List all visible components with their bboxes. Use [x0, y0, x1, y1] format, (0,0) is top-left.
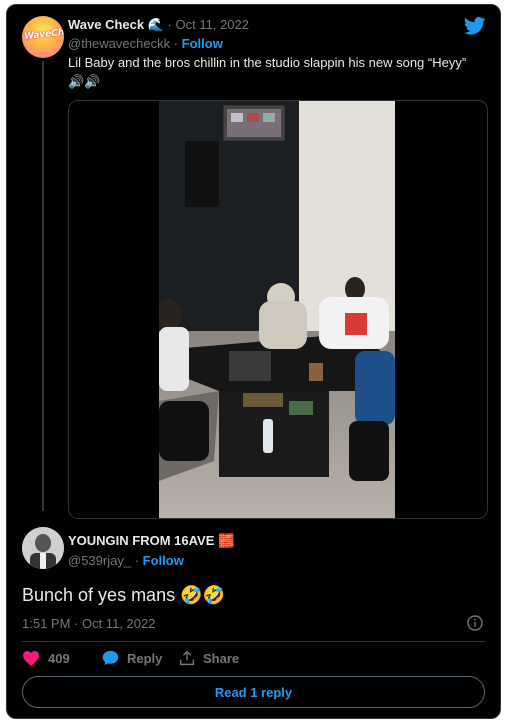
twitter-bird-icon[interactable]: [464, 17, 486, 35]
share-label: Share: [203, 650, 240, 666]
tweet-date[interactable]: Oct 11, 2022: [176, 17, 249, 32]
tweet-text: Lil Baby and the bros chillin in the stu…: [68, 55, 467, 70]
reply-text: Bunch of yes mans: [22, 585, 176, 605]
author-display-name[interactable]: Wave Check: [68, 17, 144, 32]
read-reply-button[interactable]: Read 1 reply: [22, 676, 485, 708]
reply-handle-separator: ·: [134, 553, 140, 568]
author-handle[interactable]: @thewavecheckk: [68, 36, 170, 51]
date-separator: ·: [167, 17, 172, 32]
tweet-author-row: Wave Check 🌊 · Oct 11, 2022: [68, 17, 249, 33]
like-count: 409: [48, 650, 70, 666]
embedded-tweet-card: WaveCheck Wave Check 🌊 · Oct 11, 2022 @t…: [6, 4, 501, 719]
brick-emoji: 🧱: [218, 533, 235, 548]
tweet-handle-row: @thewavecheckk · Follow: [68, 36, 223, 51]
heart-icon: [23, 651, 39, 666]
reply-author-row: YOUNGIN FROM 16AVE 🧱: [68, 533, 234, 549]
divider: [22, 641, 485, 642]
youngin-avatar[interactable]: [22, 527, 64, 569]
thread-connector-line: [42, 61, 44, 511]
video-thumbnail[interactable]: [159, 101, 395, 518]
share-button[interactable]: Share: [179, 650, 239, 666]
share-icon: [179, 650, 195, 666]
reply-button[interactable]: Reply: [102, 650, 162, 666]
reply-timestamp[interactable]: 1:51 PM · Oct 11, 2022: [22, 616, 155, 631]
reply-display-name[interactable]: YOUNGIN FROM 16AVE: [68, 533, 214, 548]
tweet-video[interactable]: [68, 100, 488, 519]
like-button[interactable]: 409: [22, 650, 70, 666]
avatar-photo: [22, 527, 64, 569]
wave-emoji: 🌊: [147, 17, 164, 32]
follow-link[interactable]: Follow: [182, 36, 223, 51]
speaker-emojis: 🔊🔊: [68, 74, 101, 89]
reply-bubble-icon: [102, 650, 119, 666]
handle-separator: ·: [173, 36, 179, 51]
laughing-emojis: 🤣🤣: [180, 585, 225, 605]
avatar-logo-text: WaveCheck: [23, 25, 64, 42]
reply-text-row: Bunch of yes mans 🤣🤣: [22, 585, 225, 606]
reply-label: Reply: [127, 650, 163, 666]
wave-check-avatar[interactable]: WaveCheck: [22, 16, 64, 58]
reply-handle[interactable]: @539rjay_: [68, 553, 131, 568]
info-icon[interactable]: [467, 615, 483, 631]
reply-follow-link[interactable]: Follow: [143, 553, 184, 568]
reply-handle-row: @539rjay_ · Follow: [68, 553, 184, 568]
